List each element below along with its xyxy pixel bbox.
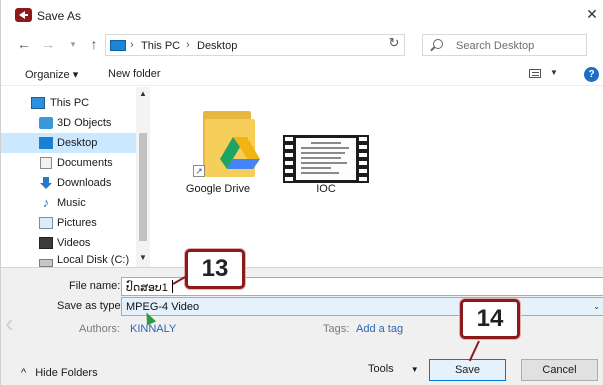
file-label: Google Drive xyxy=(185,183,251,195)
film-strip-right xyxy=(359,137,367,181)
sidebar-item-downloads[interactable]: Downloads xyxy=(1,173,138,193)
forward-arrow-icon[interactable]: → xyxy=(40,36,56,52)
download-arrow-icon xyxy=(40,177,52,189)
save-as-type-value: MPEG-4 Video xyxy=(126,301,200,313)
google-drive-logo-icon xyxy=(220,137,260,169)
refresh-icon[interactable]: ↻ xyxy=(385,34,403,52)
disk-drive-icon xyxy=(39,259,53,267)
sidebar-item-label: Music xyxy=(57,197,86,209)
scrollbar-thumb[interactable] xyxy=(139,133,147,241)
navigation-bar: ← → ▾ ↑ › This PC › Desktop ⌄ ↻ Search D… xyxy=(1,30,603,60)
window-title: Save As xyxy=(37,9,82,23)
computer-icon xyxy=(31,97,45,109)
save-as-dialog: Save As ✕ ← → ▾ ↑ › This PC › Desktop ⌄ … xyxy=(0,0,603,385)
film-strip-left xyxy=(285,137,293,181)
view-dropdown-icon[interactable]: ▼ xyxy=(550,68,558,77)
up-arrow-icon[interactable]: ↑ xyxy=(86,36,102,52)
tools-menu-button[interactable]: Tools ▼ xyxy=(368,363,419,375)
sidebar-item-3d-objects[interactable]: 3D Objects xyxy=(1,113,138,133)
file-item-ioc[interactable]: IOC xyxy=(281,97,371,197)
document-icon xyxy=(40,157,52,169)
file-list: ↗ Google Drive IOC xyxy=(153,87,603,267)
sidebar-item-label: Desktop xyxy=(57,137,98,149)
computer-icon xyxy=(110,40,126,51)
recent-dropdown-icon[interactable]: ▾ xyxy=(65,36,81,52)
sidebar-item-label: Local Disk (C:) xyxy=(57,254,130,266)
chevron-up-icon: ^ xyxy=(21,367,27,379)
file-item-google-drive[interactable]: ↗ Google Drive xyxy=(173,97,263,197)
sidebar-item-label: Documents xyxy=(57,157,113,169)
breadcrumb-desktop[interactable]: Desktop xyxy=(197,40,237,52)
video-preview xyxy=(296,138,368,180)
sidebar-item-music[interactable]: ♪ Music xyxy=(1,193,138,213)
navigation-pane: This PC 3D Objects Desktop Documents Dow… xyxy=(1,87,153,267)
sidebar-item-pictures[interactable]: Pictures xyxy=(1,213,138,233)
music-note-icon: ♪ xyxy=(42,195,50,210)
search-icon xyxy=(433,39,443,49)
breadcrumb-this-pc[interactable]: This PC xyxy=(141,40,180,52)
cancel-button[interactable]: Cancel xyxy=(521,359,598,381)
sidebar-item-label: Pictures xyxy=(57,217,97,229)
sidebar-item-documents[interactable]: Documents xyxy=(1,153,138,173)
video-file-icon xyxy=(283,135,369,183)
organize-menu-button[interactable]: Organize ▾ xyxy=(25,68,78,81)
video-icon xyxy=(39,237,53,249)
tags-label: Tags: xyxy=(323,323,350,335)
sidebar-item-videos[interactable]: Videos xyxy=(1,233,138,253)
shortcut-arrow-icon: ↗ xyxy=(193,165,205,177)
hide-folders-button[interactable]: ^ Hide Folders xyxy=(21,367,98,379)
tools-label: Tools xyxy=(368,363,394,375)
authors-label: Authors: xyxy=(79,323,120,335)
sidebar-item-this-pc[interactable]: This PC xyxy=(1,93,138,113)
save-as-type-label: Save as type: xyxy=(57,300,124,312)
scroll-up-icon[interactable]: ▲ xyxy=(136,87,150,101)
help-icon[interactable]: ? xyxy=(584,67,599,82)
search-input[interactable]: Search Desktop xyxy=(422,34,587,56)
command-toolbar: Organize ▾ New folder ▼ ? xyxy=(1,62,603,86)
desktop-icon xyxy=(39,137,53,149)
picture-icon xyxy=(39,217,53,229)
breadcrumb-separator-icon[interactable]: › xyxy=(186,39,190,51)
sidebar-item-label: 3D Objects xyxy=(57,117,112,129)
view-options-icon[interactable] xyxy=(529,69,541,78)
title-bar: Save As ✕ xyxy=(1,0,603,30)
sidebar-item-label: Downloads xyxy=(57,177,112,189)
chevron-left-icon: ‹ xyxy=(5,308,14,338)
scroll-down-icon[interactable]: ▼ xyxy=(136,251,150,265)
hide-folders-label: Hide Folders xyxy=(35,367,98,379)
close-icon[interactable]: ✕ xyxy=(584,6,600,22)
save-button[interactable]: Save xyxy=(429,359,506,381)
back-arrow-icon[interactable]: ← xyxy=(16,36,32,52)
authors-value[interactable]: KINNALY xyxy=(130,323,176,335)
chevron-down-icon[interactable]: ⌄ xyxy=(593,302,600,311)
step-13-callout: 13 xyxy=(185,249,245,289)
cube-icon xyxy=(39,117,53,129)
sidebar-scrollbar[interactable]: ▲ ▼ xyxy=(136,87,150,267)
sidebar-item-local-disk[interactable]: Local Disk (C:) xyxy=(1,253,138,267)
file-label: IOC xyxy=(316,183,336,195)
sidebar-item-label: Videos xyxy=(57,237,91,249)
address-bar[interactable]: › This PC › Desktop ⌄ xyxy=(105,34,472,56)
breadcrumb-separator-icon[interactable]: › xyxy=(130,39,134,51)
app-back-arrow-icon xyxy=(15,8,32,22)
tags-value[interactable]: Add a tag xyxy=(356,323,403,335)
step-14-callout: 14 xyxy=(460,299,520,339)
file-name-value: ປົດສອບ1 xyxy=(126,282,168,294)
save-as-type-select[interactable]: MPEG-4 Video ⌄ xyxy=(121,297,603,316)
file-name-label: File name: xyxy=(69,280,121,292)
new-folder-button[interactable]: New folder xyxy=(108,68,161,80)
tools-dropdown-icon: ▼ xyxy=(410,365,419,374)
sidebar-item-desktop[interactable]: Desktop xyxy=(1,133,138,153)
search-placeholder: Search Desktop xyxy=(456,40,535,52)
sidebar-item-label: This PC xyxy=(50,97,90,109)
